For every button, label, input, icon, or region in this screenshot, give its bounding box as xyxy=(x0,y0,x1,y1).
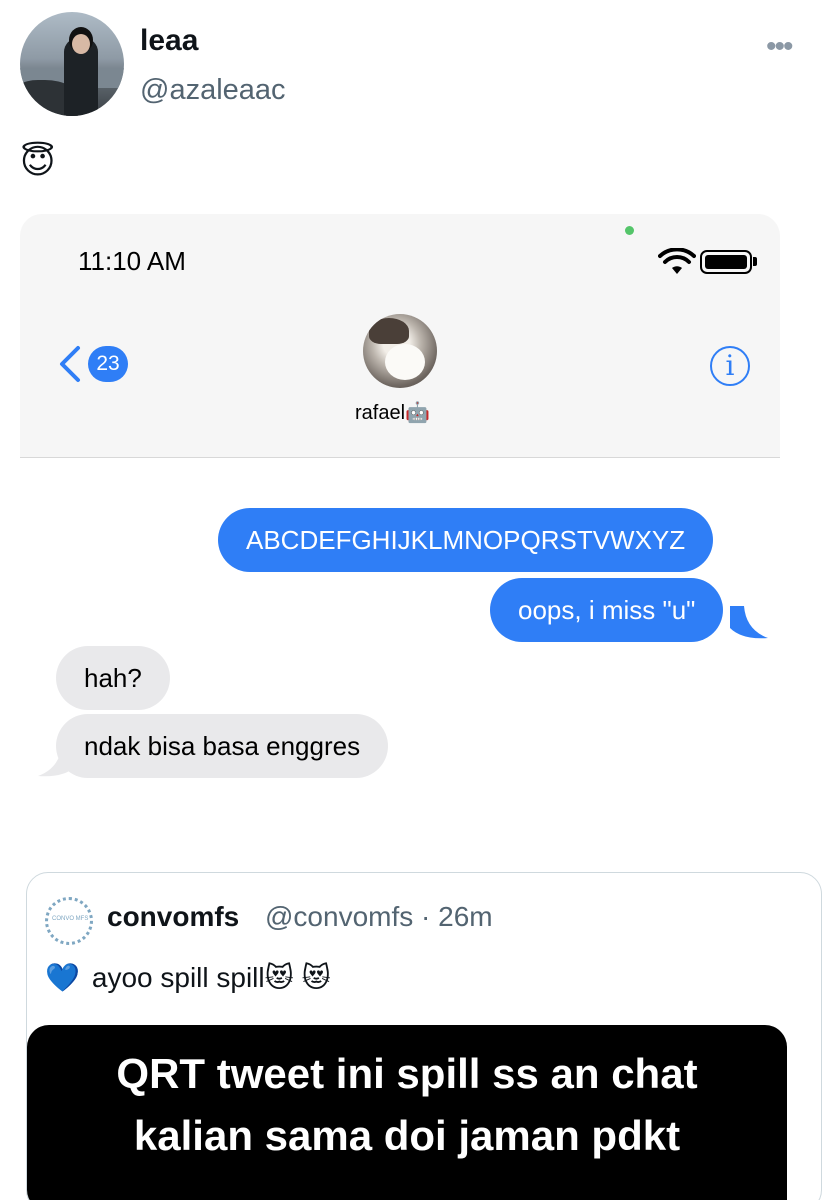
quoted-author-name[interactable]: convomfs xyxy=(107,901,239,933)
quoted-author-meta: @convomfs · 26m xyxy=(265,901,493,932)
status-time: 11:10 AM xyxy=(78,246,186,276)
info-icon[interactable]: i xyxy=(710,346,750,386)
quoted-media-image[interactable]: QRT tweet ini spill ss an chat kalian sa… xyxy=(27,1025,787,1200)
quoted-media-text: QRT tweet ini spill ss an chat kalian sa… xyxy=(116,1050,698,1159)
quoted-text-body: ayoo spill spill😻 😻 xyxy=(91,962,331,993)
tweet-text: 😇 xyxy=(20,143,56,181)
quoted-tweet[interactable]: CONVO MFS convomfs @convomfs · 26m 💙 ayoo… xyxy=(26,872,822,1200)
received-bubble-tail xyxy=(38,744,76,777)
sent-bubble-tail xyxy=(730,606,768,639)
blue-heart-icon: 💙 xyxy=(45,962,80,993)
contact-avatar[interactable] xyxy=(363,314,437,388)
unread-count-badge[interactable]: 23 xyxy=(88,346,128,382)
contact-avatar-fluff xyxy=(385,344,425,380)
back-chevron-icon[interactable] xyxy=(56,344,84,384)
author-display-name[interactable]: leaa xyxy=(140,24,198,58)
avatar-head xyxy=(72,34,90,54)
author-handle[interactable]: @azaleaac xyxy=(140,74,286,107)
quoted-tweet-text: 💙 ayoo spill spill😻 😻 xyxy=(45,961,331,994)
battery-icon xyxy=(700,250,752,274)
quoted-avatar[interactable]: CONVO MFS xyxy=(45,897,93,945)
more-options-button[interactable]: ••• xyxy=(766,30,793,64)
attached-screenshot-header[interactable]: 11:10 AM 23 rafael🤖 i xyxy=(20,214,780,458)
wifi-icon xyxy=(658,248,696,274)
contact-name[interactable]: rafael🤖 xyxy=(355,400,430,425)
message-bubble-received: hah? xyxy=(56,646,170,710)
message-bubble-sent: oops, i miss "u" xyxy=(490,578,724,642)
contact-avatar-hair xyxy=(369,318,409,344)
quoted-avatar-text: CONVO MFS xyxy=(52,916,89,922)
battery-cap xyxy=(753,257,757,266)
author-avatar[interactable] xyxy=(20,12,124,116)
message-bubble-received: ndak bisa basa enggres xyxy=(56,714,389,778)
camera-indicator-dot xyxy=(625,226,634,235)
message-bubble-sent: ABCDEFGHIJKLMNOPQRSTVWXYZ xyxy=(218,508,714,572)
